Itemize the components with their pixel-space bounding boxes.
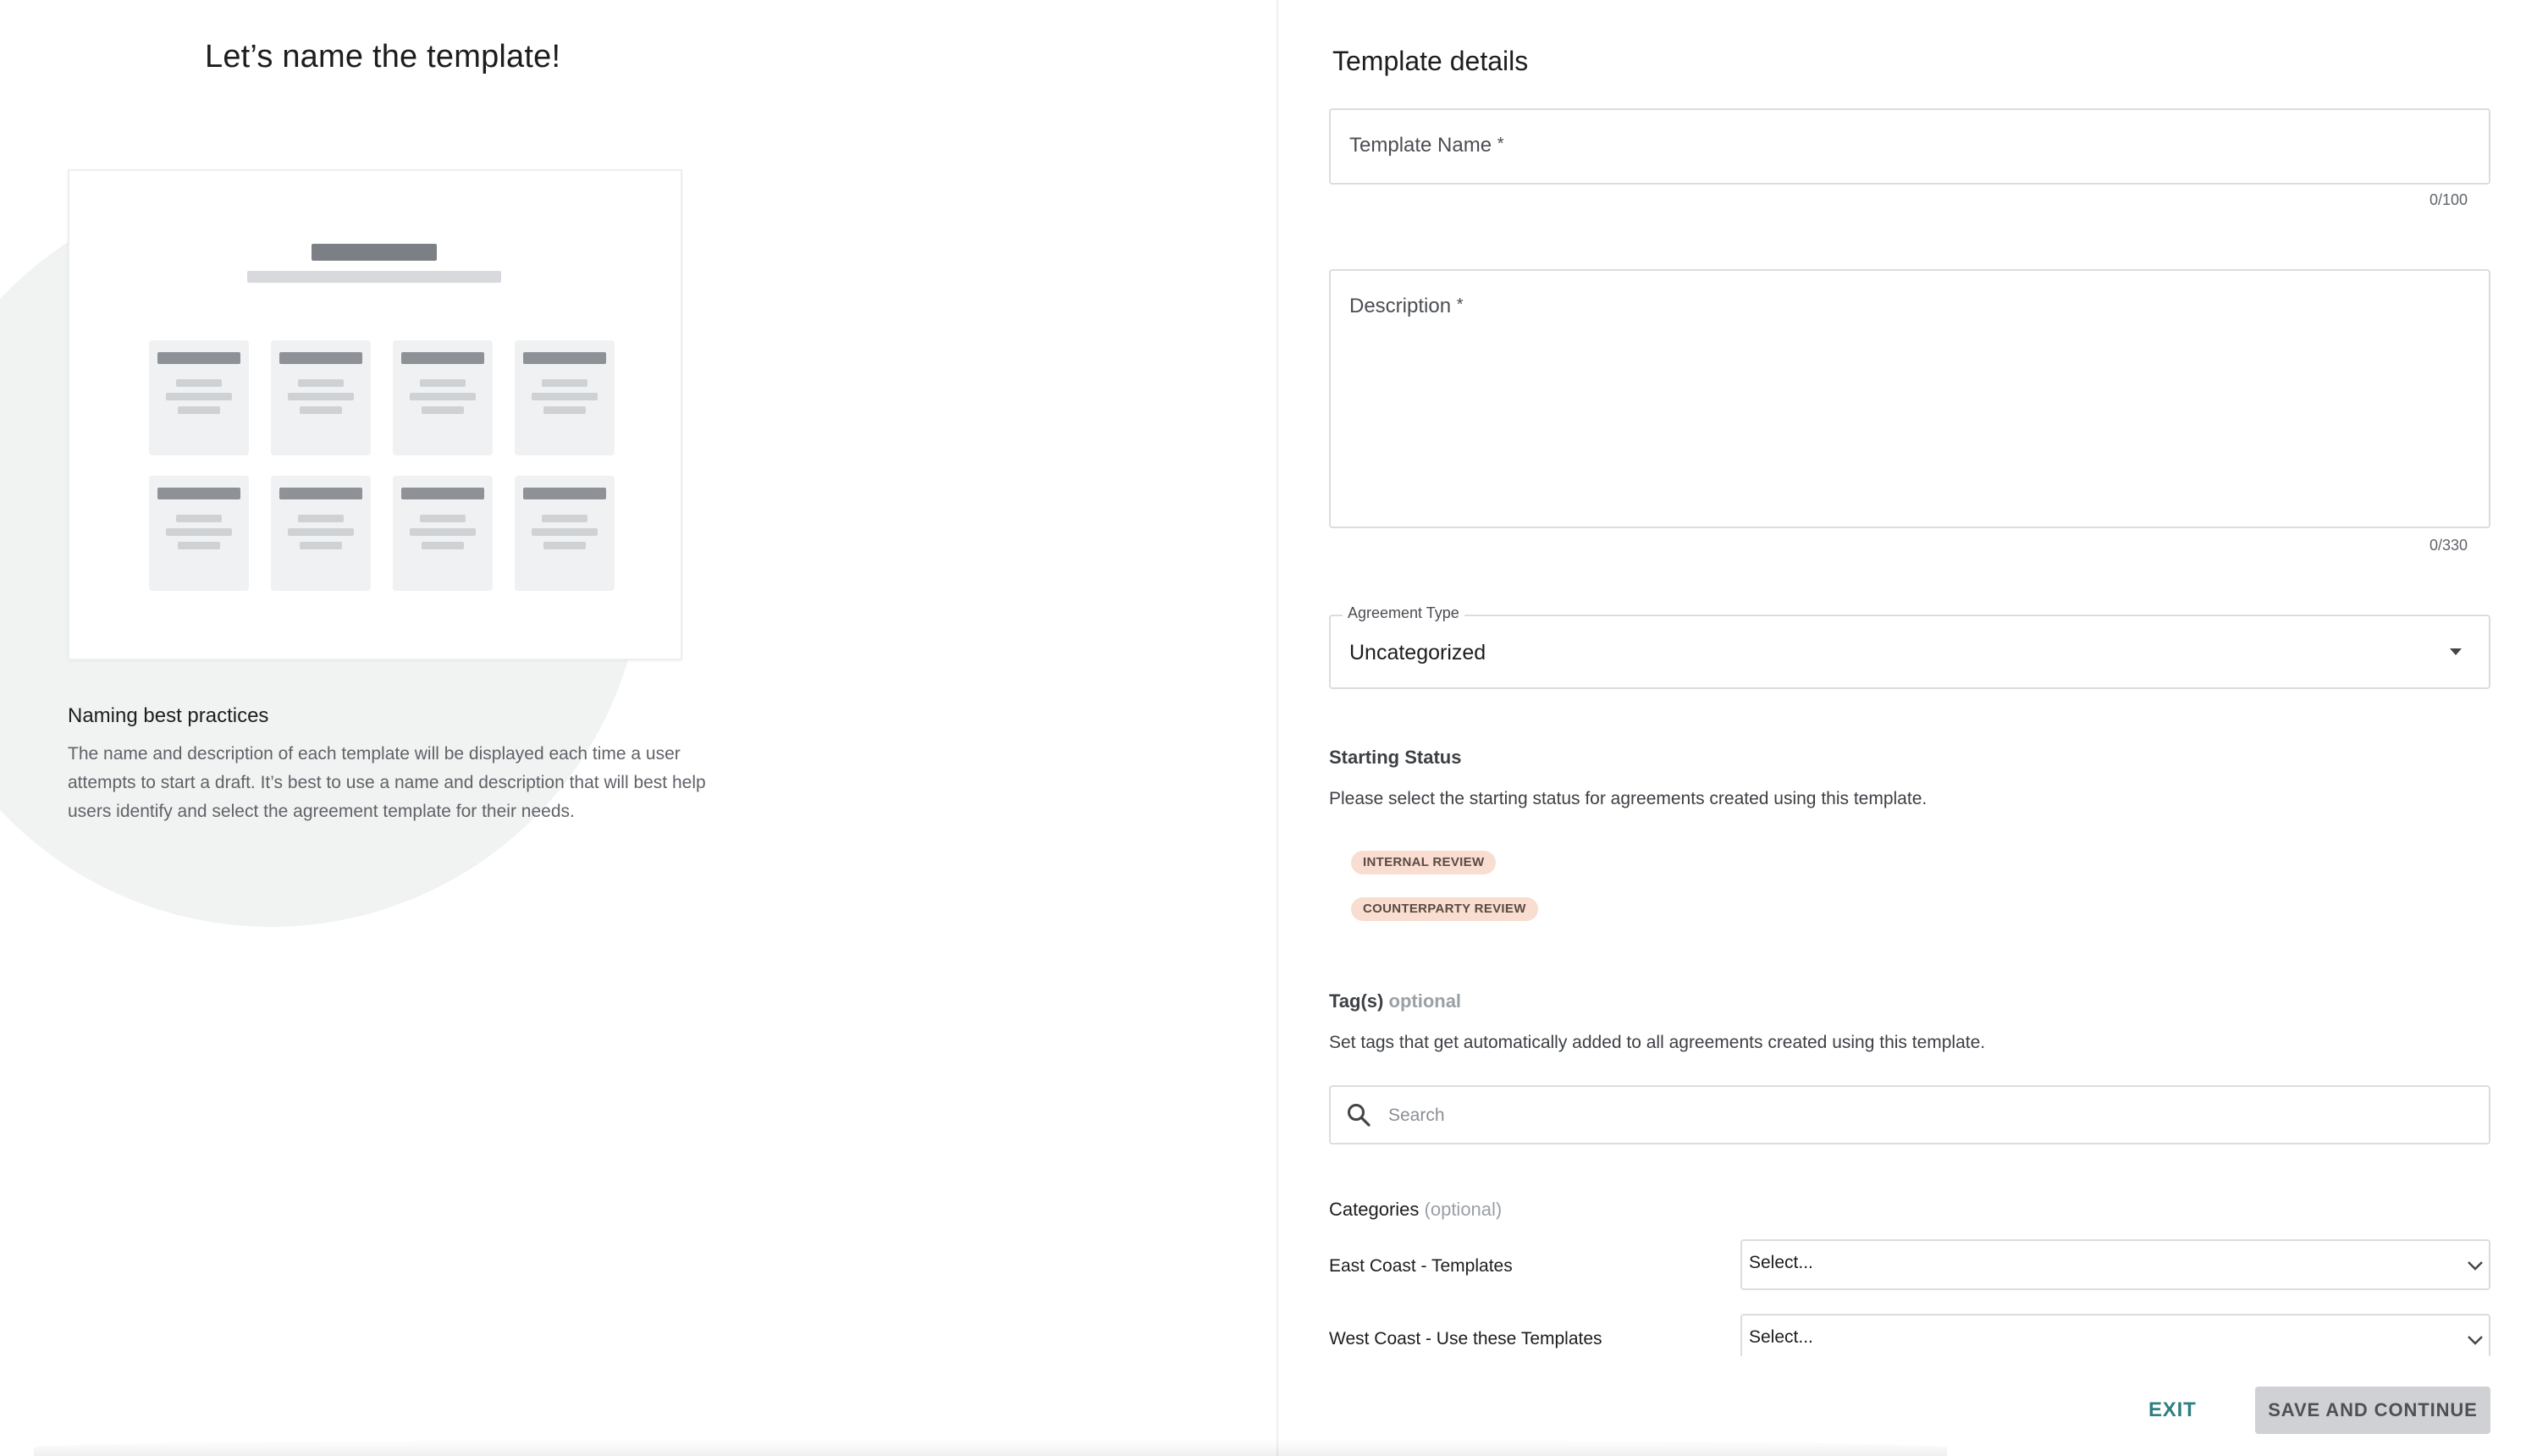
status-option-internal-review[interactable]: INTERNAL REVIEW xyxy=(1351,851,1497,874)
status-option-counterparty-review[interactable]: COUNTERPARTY REVIEW xyxy=(1351,897,1538,921)
preview-tile xyxy=(515,340,615,455)
category-select-east-coast[interactable]: Select... xyxy=(1740,1239,2490,1290)
chevron-down-icon xyxy=(2468,1261,2483,1271)
description-counter: 0/330 xyxy=(2429,537,2468,554)
tags-search-field[interactable]: Search xyxy=(1329,1085,2490,1144)
description-label: Description * xyxy=(1349,295,1464,317)
preview-tile xyxy=(271,476,371,591)
starting-status-description: Please select the starting status for ag… xyxy=(1329,789,1928,808)
template-preview-illustration xyxy=(68,169,682,660)
best-practices-text: The name and description of each templat… xyxy=(68,740,770,826)
description-field[interactable]: Description * xyxy=(1329,269,2490,528)
tags-search-placeholder: Search xyxy=(1388,1106,1445,1125)
agreement-type-label: Agreement Type xyxy=(1343,604,1464,622)
preview-tile xyxy=(393,476,493,591)
preview-subtitle-bar xyxy=(247,271,501,283)
page-title: Let’s name the template! xyxy=(205,39,561,74)
search-icon xyxy=(1348,1104,1371,1127)
best-practices-line: The name and description of each templat… xyxy=(68,744,681,764)
template-name-label: Template Name * xyxy=(1349,134,1504,157)
preview-title-bar xyxy=(312,244,437,261)
chevron-down-icon xyxy=(2468,1336,2483,1345)
tags-optional-label: optional xyxy=(1388,990,1462,1012)
category-select-value: Select... xyxy=(1749,1327,1813,1347)
preview-tile xyxy=(393,340,493,455)
save-and-continue-button[interactable]: SAVE AND CONTINUE xyxy=(2255,1387,2490,1434)
template-name-counter: 0/100 xyxy=(2429,191,2468,208)
agreement-type-value: Uncategorized xyxy=(1349,641,1486,665)
category-label-east-coast: East Coast - Templates xyxy=(1329,1256,1513,1276)
preview-tile xyxy=(515,476,615,591)
preview-tile xyxy=(271,340,371,455)
exit-button[interactable]: EXIT xyxy=(2148,1398,2197,1422)
tags-description: Set tags that get automatically added to… xyxy=(1329,1033,1986,1052)
starting-status-heading: Starting Status xyxy=(1329,747,1462,768)
left-panel: Let’s name the template! Naming best pra… xyxy=(0,0,1274,1456)
preview-tile xyxy=(149,476,249,591)
dropdown-arrow-icon xyxy=(2450,648,2462,655)
preview-tile xyxy=(149,340,249,455)
category-label-west-coast: West Coast - Use these Templates xyxy=(1329,1329,1602,1348)
tags-heading: Tag(s) optional xyxy=(1329,990,1462,1012)
panel-divider xyxy=(1277,0,1278,1456)
category-select-value: Select... xyxy=(1749,1253,1813,1272)
best-practices-heading: Naming best practices xyxy=(68,704,269,727)
categories-heading: Categories (optional) xyxy=(1329,1199,1503,1220)
best-practices-line: users identify and select the agreement … xyxy=(68,802,575,821)
bottom-shadow xyxy=(34,1439,1947,1456)
template-name-field[interactable]: Template Name * xyxy=(1329,108,2490,185)
categories-optional-label: (optional) xyxy=(1424,1199,1503,1220)
agreement-type-select[interactable]: Uncategorized xyxy=(1329,615,2490,689)
best-practices-line: attempts to start a draft. It’s best to … xyxy=(68,773,706,792)
form-title: Template details xyxy=(1332,46,1529,76)
